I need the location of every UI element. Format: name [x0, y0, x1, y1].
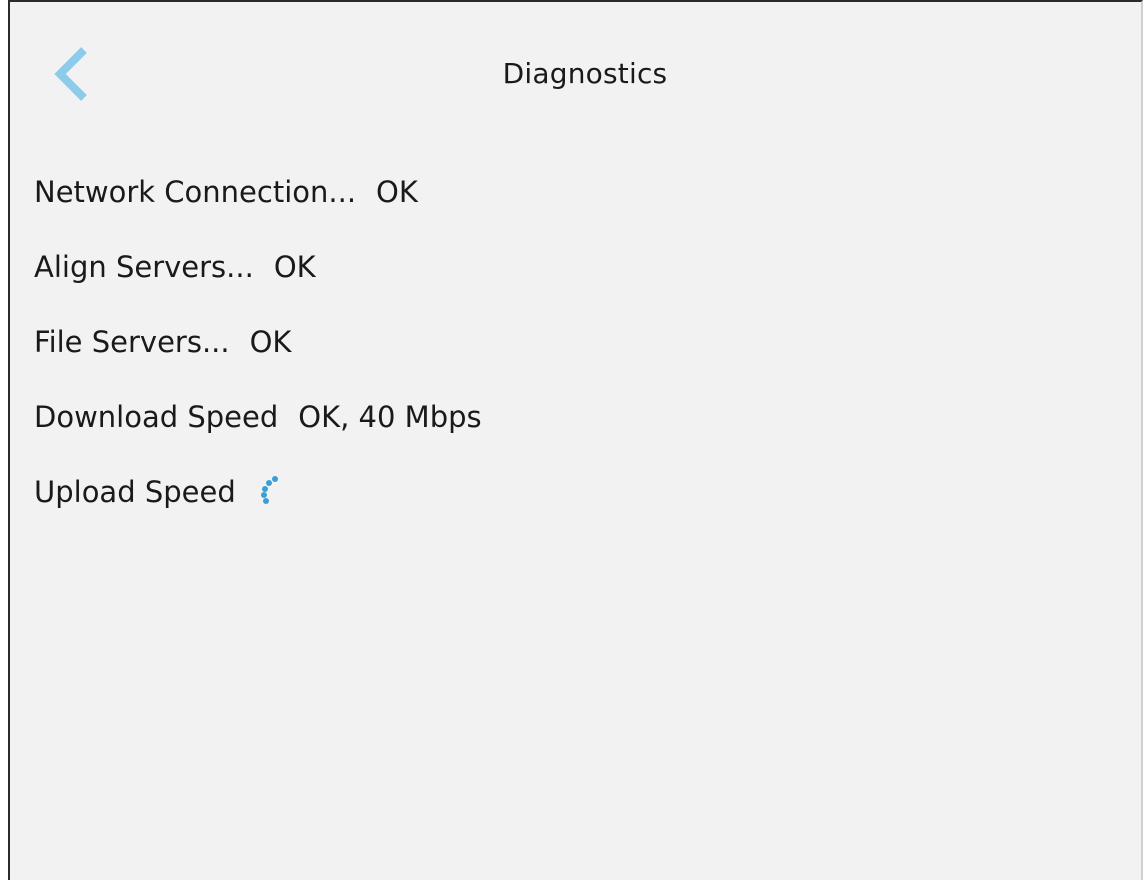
diagnostic-status: OK, 40 Mbps	[298, 400, 482, 434]
diagnostic-status: OK	[249, 325, 292, 359]
diagnostics-list: Network Connection... OK Align Servers..…	[34, 170, 482, 545]
diagnostics-window: Diagnostics Network Connection... OK Ali…	[8, 0, 1143, 880]
diagnostic-label: Network Connection...	[34, 175, 357, 209]
diagnostic-label: Align Servers...	[34, 250, 254, 284]
loading-spinner-icon	[258, 470, 280, 510]
diagnostic-row-download-speed: Download Speed OK, 40 Mbps	[34, 395, 482, 470]
diagnostic-label: File Servers...	[34, 325, 230, 359]
diagnostic-row-network-connection: Network Connection... OK	[34, 170, 482, 245]
diagnostic-status: OK	[376, 175, 418, 209]
diagnostic-row-file-servers: File Servers... OK	[34, 320, 482, 395]
page-title: Diagnostics	[502, 57, 668, 90]
diagnostic-label: Upload Speed	[34, 475, 236, 509]
diagnostic-row-align-servers: Align Servers... OK	[34, 245, 482, 320]
diagnostic-row-upload-speed: Upload Speed	[34, 470, 482, 545]
diagnostic-status: OK	[273, 250, 316, 284]
diagnostic-label: Download Speed	[34, 400, 279, 434]
